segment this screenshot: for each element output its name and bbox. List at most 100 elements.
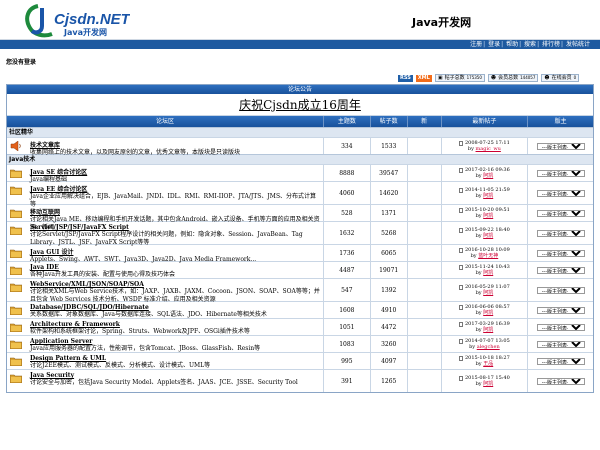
forum-title-link[interactable]: Database/JDBC/SQL/JDO/Hibernate — [30, 304, 149, 311]
forum-title-link[interactable]: Java SE 综合讨论区 — [30, 169, 87, 176]
latest-post-cell: 2015-11-24 10:43 by 阿凯 — [442, 262, 529, 278]
nav-post-stats-link[interactable]: 发帖统计 — [566, 41, 590, 48]
post-count: 4910 — [371, 302, 408, 318]
author-link[interactable]: 阿凯 — [483, 290, 493, 296]
forum-name-cell: Java Security 讨论安全与加密，包括Java Security Mod… — [7, 370, 324, 392]
category-header: 社区精华 — [7, 127, 593, 137]
forum-title-link[interactable]: Design Pattern & UML — [30, 355, 106, 362]
author-link[interactable]: 王品 — [483, 361, 493, 367]
forum-title-link[interactable]: WebService/XML/JSON/SOAP/SOA — [30, 281, 144, 288]
posts-total-stat: ▣ 帖子总数 175350 — [434, 74, 485, 82]
post-icon[interactable] — [458, 167, 463, 173]
folder-icon — [9, 185, 23, 196]
moderator-cell: ---版主列表--- — [528, 165, 593, 181]
moderator-select[interactable]: ---版主列表--- — [536, 209, 585, 217]
site-logo[interactable]: Cjsdn.NET Java开发网 — [24, 4, 130, 38]
moderator-select[interactable]: ---版主列表--- — [536, 249, 585, 257]
moderator-cell: ---版主列表--- — [528, 205, 593, 221]
online-members-stat: ☻ 在线会员 0 — [541, 74, 580, 82]
forum-text: 技术文章库 收集网络上的技术文章，以及网友原创的文章，优秀文章等，本版块是只读版块 — [30, 140, 240, 157]
moderator-select[interactable]: ---版主列表--- — [536, 306, 585, 314]
author-link[interactable]: 阿凯 — [483, 233, 493, 239]
post-icon[interactable] — [458, 321, 463, 327]
site-header: Cjsdn.NET Java开发网 Java开发网 — [0, 0, 600, 40]
forum-title-link[interactable]: Java EE 综合讨论区 — [30, 186, 87, 193]
latest-post-author: by 蓝叶无神 — [471, 253, 499, 259]
moderator-select[interactable]: ---版主列表--- — [536, 189, 585, 197]
author-link[interactable]: 阿凯 — [483, 193, 493, 199]
forum-title-link[interactable]: Java IDE — [30, 264, 59, 271]
post-count: 39547 — [371, 165, 408, 181]
forum-name-cell: 技术文章库 收集网络上的技术文章，以及网友原创的文章，优秀文章等，本版块是只读版块 — [7, 138, 324, 157]
moderator-select[interactable]: ---版主列表--- — [536, 323, 585, 331]
forum-name-cell: Servlet/JSP/JSF/JavaFX Script 讨论Servlet/J… — [7, 222, 324, 246]
topic-count: 1051 — [324, 319, 371, 335]
forum-title-link[interactable]: 技术文章库 — [30, 142, 60, 149]
folder-icon — [9, 265, 23, 276]
members-total-stat: ☻ 会员总数 144057 — [487, 74, 539, 82]
latest-post-cell: 2015-08-17 15:40 by 阿凯 — [442, 370, 529, 392]
nav-help-link[interactable]: 帮助 — [506, 41, 518, 48]
post-count: 1371 — [371, 205, 408, 221]
forum-row: Java Security 讨论安全与加密，包括Java Security Mod… — [7, 369, 593, 392]
forum-title-link[interactable]: Java Security — [30, 372, 74, 379]
moderator-select[interactable]: ---版主列表--- — [536, 377, 585, 385]
moderator-cell: ---版主列表--- — [528, 319, 593, 335]
moderator-select[interactable]: ---版主列表--- — [536, 169, 585, 177]
forum-description: 各种Java开发工具的安装、配置与使用心得及技巧体会 — [30, 271, 175, 278]
post-icon[interactable] — [458, 187, 463, 193]
post-count: 1533 — [371, 138, 408, 154]
author-link[interactable]: alegchen — [477, 344, 500, 350]
author-link[interactable]: 阿凯 — [483, 213, 493, 219]
moderator-select[interactable]: ---版主列表--- — [536, 357, 585, 365]
moderator-select[interactable]: ---版主列表--- — [536, 340, 585, 348]
forum-row: Java EE 综合讨论区 Java企业应用解决组合，EJB、JavaMail、J… — [7, 181, 593, 208]
post-icon[interactable] — [458, 140, 463, 146]
moderator-select[interactable]: ---版主列表--- — [536, 286, 585, 294]
author-link[interactable]: 蓝叶无神 — [478, 253, 498, 259]
col-latest-post: 最新帖子 — [442, 116, 529, 127]
post-icon[interactable] — [458, 264, 463, 270]
nav-login-link[interactable]: 登录 — [488, 41, 500, 48]
forum-description: 软件架构和系统框架讨论，Spring、Struts、Webwork及JPF、OS… — [30, 328, 250, 335]
author-link[interactable]: 阿凯 — [483, 381, 493, 387]
post-icon[interactable] — [458, 284, 463, 290]
new-indicator — [408, 165, 442, 181]
post-icon[interactable] — [458, 247, 463, 253]
new-indicator — [408, 222, 442, 244]
post-icon[interactable] — [458, 375, 463, 381]
rss-badge[interactable]: RSS — [398, 74, 413, 82]
forum-text: Database/JDBC/SQL/JDO/Hibernate 关系数据库、对象数… — [30, 304, 267, 319]
forum-title-link[interactable]: 移动互联网 — [30, 209, 60, 216]
author-link[interactable]: 阿凯 — [483, 173, 493, 179]
moderator-select[interactable]: ---版主列表--- — [536, 266, 585, 274]
moderator-select[interactable]: ---版主列表--- — [536, 229, 585, 237]
nav-ranking-link[interactable]: 排行榜 — [542, 41, 560, 48]
moderator-select[interactable]: ---版主列表--- — [536, 142, 585, 150]
nav-register-link[interactable]: 注册 — [470, 41, 482, 48]
folder-icon — [9, 339, 23, 350]
post-icon[interactable] — [458, 227, 463, 233]
author-link[interactable]: magic_wu — [476, 146, 501, 152]
moderator-cell: ---版主列表--- — [528, 279, 593, 301]
forum-title-link[interactable]: Application Server — [30, 338, 92, 345]
forum-name-cell: Java EE 综合讨论区 Java企业应用解决组合，EJB、JavaMail、J… — [7, 182, 324, 208]
post-icon[interactable] — [458, 207, 463, 213]
new-indicator — [408, 279, 442, 301]
author-link[interactable]: 阿凯 — [483, 270, 493, 276]
xml-badge[interactable]: XML — [415, 74, 432, 82]
forum-title-link[interactable]: Java GUI 设计 — [30, 249, 73, 256]
forum-title-link[interactable]: Servlet/JSP/JSF/JavaFX Script — [30, 224, 129, 231]
announcement-link[interactable]: 庆祝Cjsdn成立16周年 — [7, 94, 593, 116]
author-link[interactable]: 阿凯 — [483, 310, 493, 316]
forum-title-link[interactable]: Architecture & Framework — [30, 321, 120, 328]
author-link[interactable]: 阿凯 — [483, 327, 493, 333]
folder-icon — [9, 373, 23, 384]
post-icon[interactable] — [458, 355, 463, 361]
forum-description: 讨论安全与加密，包括Java Security Model、Applets签名、… — [30, 379, 298, 386]
topic-count: 1736 — [324, 245, 371, 261]
latest-post-author: by 阿凯 — [476, 327, 494, 333]
nav-search-link[interactable]: 搜索 — [524, 41, 536, 48]
post-icon[interactable] — [458, 304, 463, 310]
post-icon[interactable] — [458, 338, 463, 344]
